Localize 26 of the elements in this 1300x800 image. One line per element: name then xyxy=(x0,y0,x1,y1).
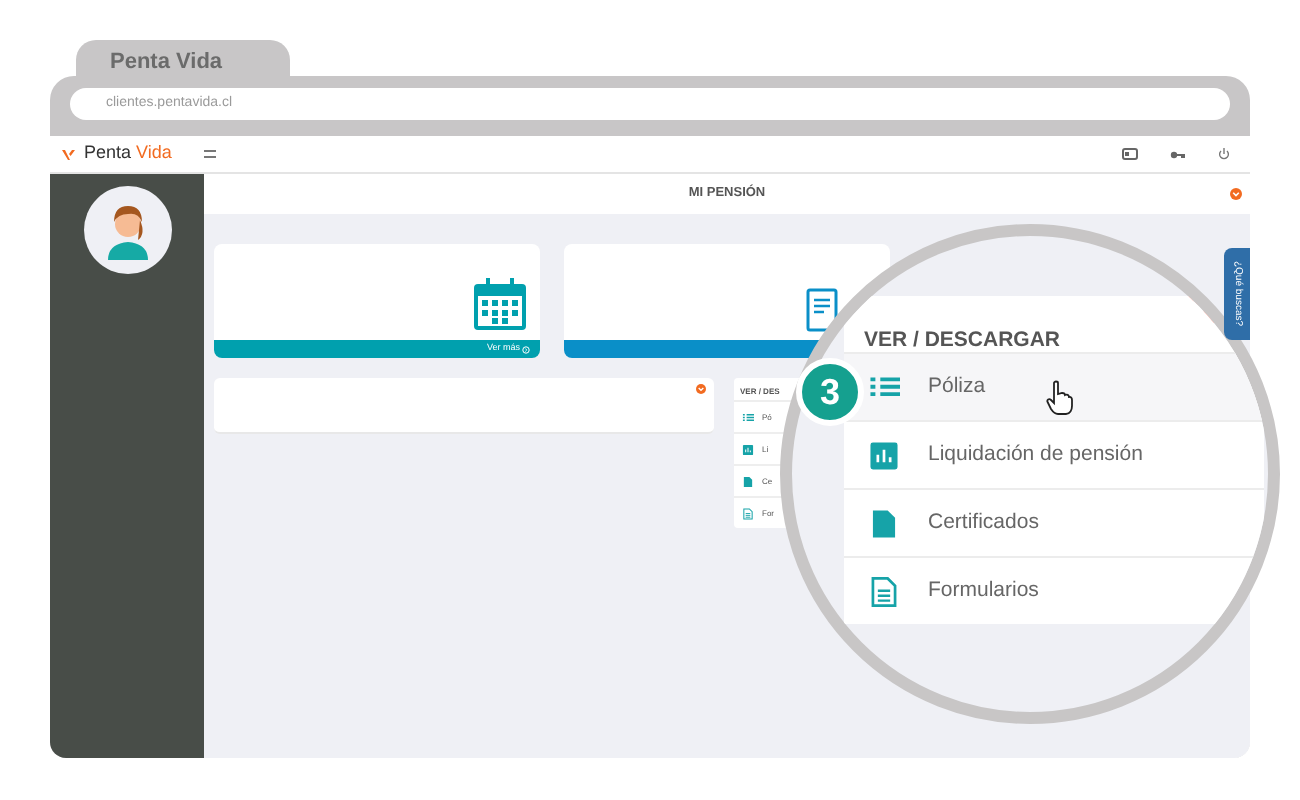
logo-icon xyxy=(62,147,76,161)
menu-item[interactable]: Formularios xyxy=(844,556,1264,624)
form-icon xyxy=(868,575,900,607)
chevron-icon[interactable] xyxy=(1230,188,1242,200)
power-icon[interactable] xyxy=(1218,148,1230,160)
calendar-icon xyxy=(472,276,528,332)
menu-icon[interactable] xyxy=(203,150,216,158)
document-icon xyxy=(806,288,838,332)
bar-chart-icon xyxy=(868,439,900,471)
file-icon xyxy=(868,507,900,539)
avatar-drawing xyxy=(83,186,171,274)
chevron-icon[interactable] xyxy=(696,384,706,394)
browser-tab[interactable]: Penta Vida xyxy=(76,40,290,76)
key-icon[interactable] xyxy=(1170,149,1186,159)
arrow-circle-icon[interactable] xyxy=(522,345,530,353)
list-icon xyxy=(742,411,754,423)
bar-chart-icon xyxy=(742,443,754,455)
id-card-icon[interactable] xyxy=(1122,148,1138,160)
menu-item[interactable]: Liquidación de pensión xyxy=(844,420,1264,488)
logo-text: Penta Vida xyxy=(84,140,172,167)
menu-item[interactable]: Póliza xyxy=(844,352,1264,420)
menu-item[interactable]: Certificados xyxy=(844,488,1264,556)
hand-cursor-icon xyxy=(1045,379,1074,415)
file-icon xyxy=(742,475,754,487)
panel-title: VER / DESCARGAR xyxy=(864,328,1061,352)
form-icon xyxy=(742,507,754,519)
